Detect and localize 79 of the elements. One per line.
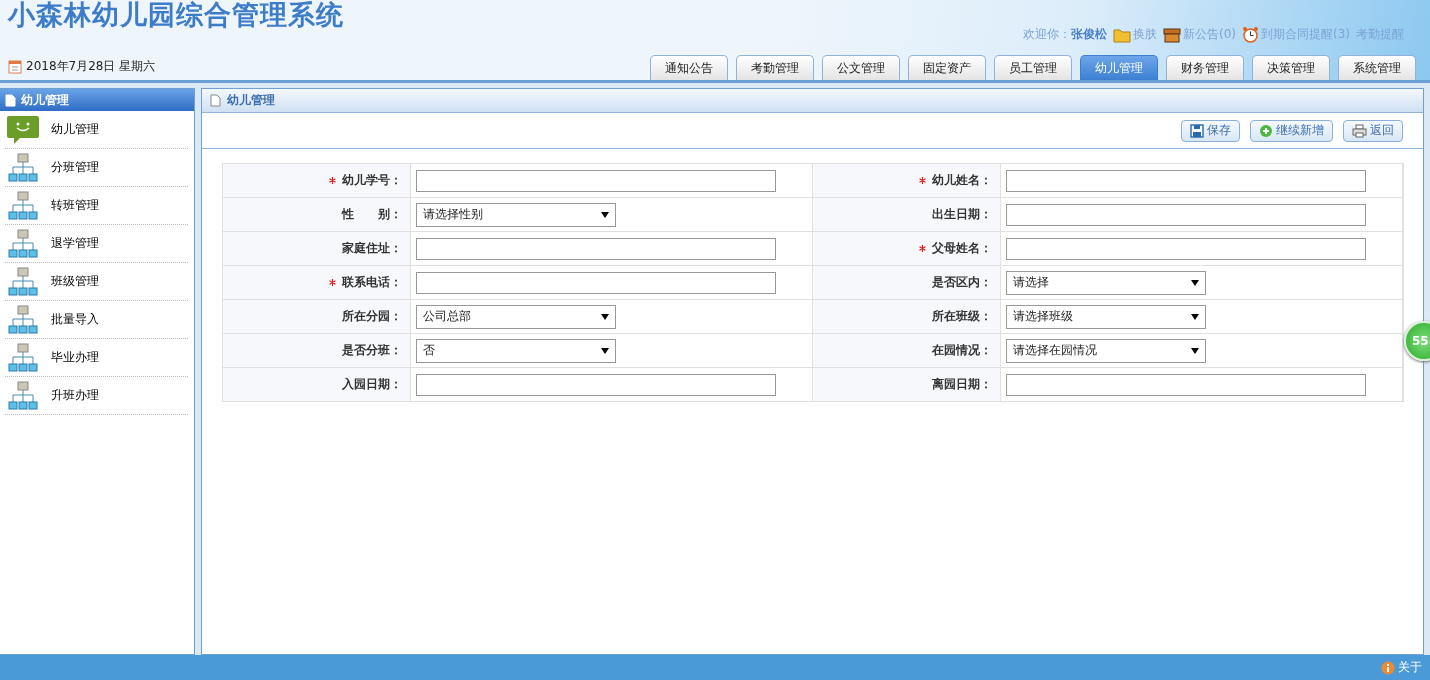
plus-circle-icon (1259, 123, 1273, 138)
sidebar-item[interactable]: 毕业办理 (5, 339, 188, 377)
sidebar-item[interactable]: 退学管理 (5, 225, 188, 263)
nav-tab[interactable]: 员工管理 (994, 55, 1072, 80)
input-field[interactable] (416, 373, 776, 396)
hierarchy-icon (8, 190, 38, 221)
hierarchy-icon (8, 380, 38, 411)
hierarchy-icon (8, 342, 38, 373)
caret-icon (1191, 313, 1199, 320)
date-text: 2018年7月28日 星期六 (26, 58, 156, 75)
dropdown[interactable]: 请选择 (1006, 270, 1206, 295)
dropdown[interactable]: 请选择班级 (1006, 304, 1206, 329)
input-field[interactable] (416, 169, 776, 192)
dropdown[interactable]: 公司总部 (416, 304, 616, 329)
nav-tab[interactable]: 公文管理 (822, 55, 900, 80)
add-button[interactable]: 继续新增 (1250, 119, 1333, 142)
field-label: 是否分班： (342, 342, 402, 359)
input-field[interactable] (1006, 169, 1366, 192)
input-field[interactable] (1006, 373, 1366, 396)
dropdown[interactable]: 请选择在园情况 (1006, 338, 1206, 363)
asterisk-icon (919, 177, 926, 184)
field-label: 父母姓名： (932, 240, 992, 257)
field-label: 联系电话： (342, 274, 402, 291)
nav-tab[interactable]: 系统管理 (1338, 55, 1416, 80)
field-label: 性 别： (342, 206, 402, 223)
asterisk-icon (919, 245, 926, 252)
field-label: 离园日期： (932, 376, 992, 393)
field-label: 入园日期： (342, 376, 402, 393)
field-label: 所在分园： (342, 308, 402, 325)
caret-icon (601, 347, 609, 354)
sidebar-item[interactable]: 分班管理 (5, 149, 188, 187)
input-field[interactable] (1006, 203, 1366, 226)
info-icon (1381, 660, 1395, 675)
sidebar-item[interactable]: 转班管理 (5, 187, 188, 225)
caret-icon (601, 211, 609, 218)
hierarchy-icon (8, 228, 38, 259)
hierarchy-icon (8, 266, 38, 297)
document-icon (210, 94, 221, 107)
caret-icon (601, 313, 609, 320)
input-field[interactable] (416, 237, 776, 260)
alarm-clock-icon[interactable] (1242, 26, 1259, 43)
folder-icon[interactable] (1113, 26, 1131, 43)
back-button[interactable]: 返回 (1343, 119, 1403, 142)
input-field[interactable] (1006, 237, 1366, 260)
save-button[interactable]: 保存 (1181, 119, 1240, 142)
document-icon (5, 93, 16, 107)
sidebar-title: 幼儿管理 (21, 91, 69, 109)
greeting-text: 欢迎你：张俊松 (1023, 26, 1107, 43)
nav-tab[interactable]: 固定资产 (908, 55, 986, 80)
nav-tab[interactable]: 决策管理 (1252, 55, 1330, 80)
sidebar-item[interactable]: 批量导入 (5, 301, 188, 339)
asterisk-icon (329, 279, 336, 286)
chat-bubble-icon (6, 114, 40, 145)
field-label: 所在班级： (932, 308, 992, 325)
printer-icon (1352, 123, 1367, 138)
nav-tab[interactable]: 通知公告 (650, 55, 728, 80)
nav-tab[interactable]: 考勤管理 (736, 55, 814, 80)
caret-icon (1191, 279, 1199, 286)
hierarchy-icon (8, 152, 38, 183)
caret-icon (1191, 347, 1199, 354)
sidebar-item[interactable]: 幼儿管理 (5, 111, 188, 149)
hierarchy-icon (8, 304, 38, 335)
chest-icon[interactable] (1163, 26, 1181, 43)
app-title: 小森林幼儿园综合管理系统 (8, 0, 344, 30)
panel-title: 幼儿管理 (227, 92, 275, 109)
field-label: 是否区内： (932, 274, 992, 291)
field-label: 幼儿姓名： (932, 172, 992, 189)
input-field[interactable] (416, 271, 776, 294)
nav-tab[interactable]: 财务管理 (1166, 55, 1244, 80)
sidebar-item[interactable]: 升班办理 (5, 377, 188, 415)
dropdown[interactable]: 请选择性别 (416, 202, 616, 227)
field-label: 在园情况： (932, 342, 992, 359)
field-label: 幼儿学号： (342, 172, 402, 189)
asterisk-icon (329, 177, 336, 184)
dropdown[interactable]: 否 (416, 338, 616, 363)
calendar-icon (8, 59, 22, 74)
field-label: 家庭住址： (342, 240, 402, 257)
field-label: 出生日期： (932, 206, 992, 223)
sidebar-item[interactable]: 班级管理 (5, 263, 188, 301)
